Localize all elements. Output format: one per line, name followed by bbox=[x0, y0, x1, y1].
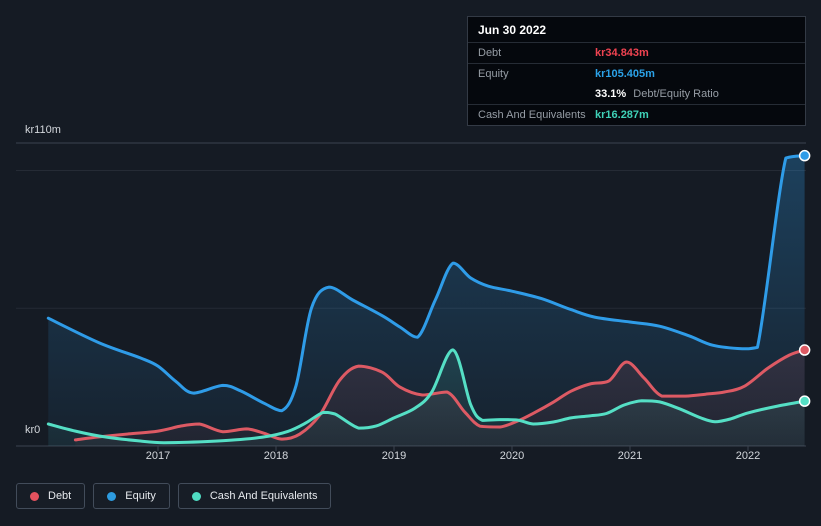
x-tick-label-2020: 2020 bbox=[499, 450, 525, 462]
legend: Debt Equity Cash And Equivalents bbox=[16, 483, 332, 509]
tooltip-row-cash: Cash And Equivalents kr16.287m bbox=[468, 105, 805, 125]
tooltip-debt-label: Debt bbox=[478, 47, 502, 59]
x-tick-label-2019: 2019 bbox=[381, 450, 407, 462]
legend-item-cash[interactable]: Cash And Equivalents bbox=[177, 483, 332, 509]
debt-end-marker bbox=[798, 344, 811, 356]
equity-end-marker bbox=[798, 149, 811, 162]
tooltip-date: Jun 30 2022 bbox=[468, 17, 805, 43]
legend-item-equity[interactable]: Equity bbox=[93, 483, 170, 509]
legend-item-debt[interactable]: Debt bbox=[16, 483, 86, 509]
tooltip-equity-label: Equity bbox=[478, 68, 509, 80]
y-axis-label-bottom: kr0 bbox=[25, 424, 41, 436]
area-fills bbox=[48, 155, 805, 446]
tooltip-row-debt: Debt kr34.843m bbox=[468, 43, 805, 64]
equity-dot-icon bbox=[107, 491, 117, 501]
legend-equity-label: Equity bbox=[125, 490, 156, 502]
x-tick-label-2017: 2017 bbox=[145, 450, 171, 462]
tooltip-debt-value: kr34.843m bbox=[595, 47, 649, 59]
tooltip-row-equity: Equity kr105.405m bbox=[468, 64, 805, 84]
tooltip-cash-label: Cash And Equivalents bbox=[478, 109, 586, 121]
tooltip-row-ratio: 33.1% Debt/Equity Ratio bbox=[468, 84, 805, 105]
tooltip-cash-value: kr16.287m bbox=[595, 109, 649, 121]
tooltip-ratio-caption: Debt/Equity Ratio bbox=[633, 88, 719, 100]
legend-debt-label: Debt bbox=[48, 490, 72, 502]
cash-and-equivalents-end-marker bbox=[798, 395, 811, 407]
y-axis-label-top: kr110m bbox=[25, 124, 61, 136]
x-tick-label-2021: 2021 bbox=[617, 450, 643, 462]
tooltip-equity-value: kr105.405m bbox=[595, 68, 655, 80]
x-axis-ticks bbox=[157, 446, 749, 451]
chart-tooltip: Jun 30 2022 Debt kr34.843m Equity kr105.… bbox=[467, 16, 806, 126]
x-tick-label-2018: 2018 bbox=[263, 450, 289, 462]
x-tick-label-2022: 2022 bbox=[735, 450, 761, 462]
chart-panel: kr110m kr0 2017 2018 2019 2020 2021 2022 Jun … bbox=[0, 0, 821, 526]
cash-dot-icon bbox=[191, 491, 201, 501]
legend-cash-label: Cash And Equivalents bbox=[209, 490, 318, 502]
tooltip-ratio-value: 33.1% bbox=[595, 88, 627, 100]
debt-dot-icon bbox=[30, 491, 39, 501]
